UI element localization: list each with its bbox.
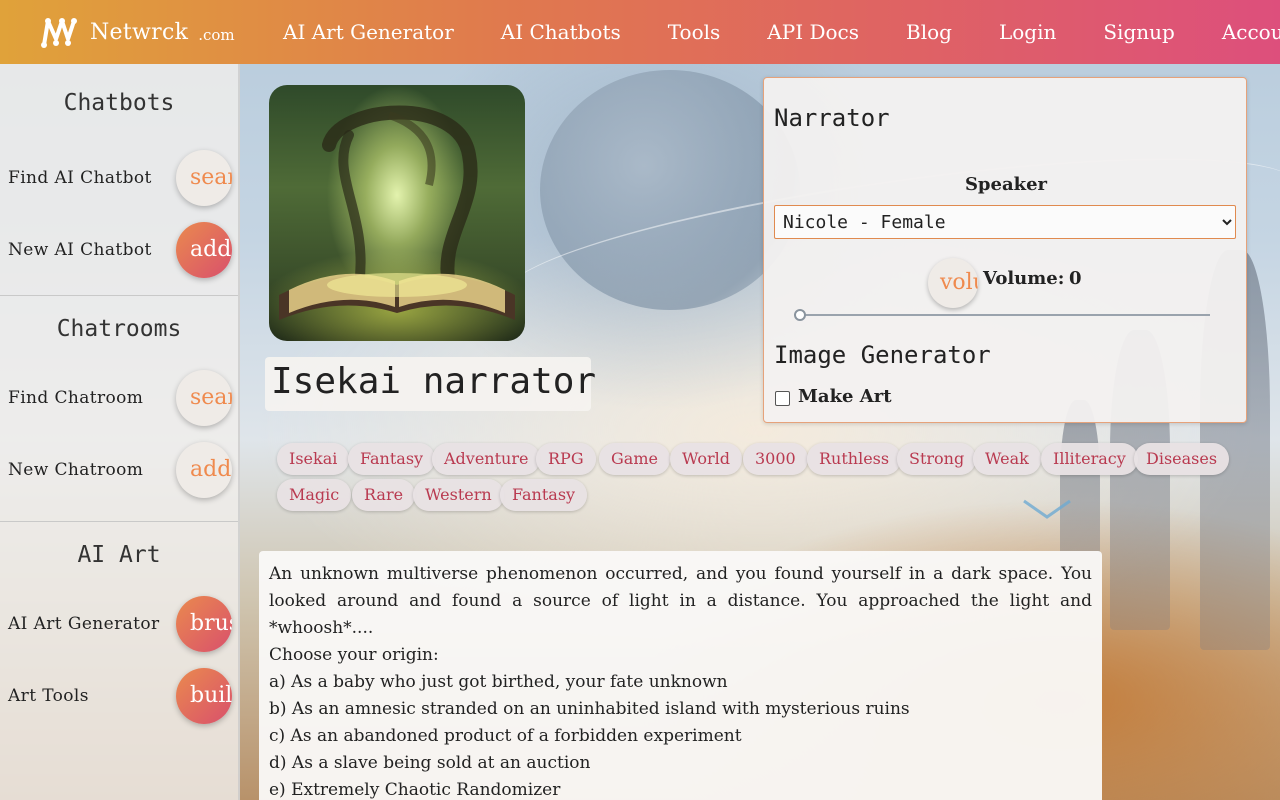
tag[interactable]: Rare: [352, 479, 416, 511]
brush-icon[interactable]: brush: [176, 596, 232, 652]
search-icon[interactable]: search: [176, 150, 232, 206]
story-option: b) As an amnesic stranded on an uninhabi…: [269, 699, 910, 719]
volume-value: 0: [1069, 268, 1082, 289]
tag[interactable]: Ruthless: [807, 443, 902, 475]
speaker-select[interactable]: Nicole - Female: [774, 205, 1236, 239]
bot-title: Isekai narrator: [271, 361, 597, 402]
story-option: e) Extremely Chaotic Randomizer: [269, 780, 561, 800]
brand-name: Netwrck: [90, 19, 189, 45]
tag[interactable]: Magic: [277, 479, 352, 511]
nav-tools[interactable]: Tools: [668, 20, 721, 44]
sidebar-item-label: Find AI Chatbot: [8, 168, 152, 188]
story-option: a) As a baby who just got birthed, your …: [269, 672, 728, 692]
volume-label: Volume:: [983, 268, 1065, 289]
brand-tld: .com: [198, 26, 235, 44]
volume-icon[interactable]: volume_up: [928, 258, 978, 308]
tag[interactable]: Game: [599, 443, 670, 475]
sidebar-section-title: Chatbots: [63, 90, 175, 116]
sidebar: Chatbots Find AI Chatbot search New AI C…: [0, 64, 240, 800]
sidebar-item-label: New AI Chatbot: [8, 240, 152, 260]
tag[interactable]: Adventure: [432, 443, 541, 475]
book-tree-illustration: [279, 105, 515, 320]
tag[interactable]: World: [670, 443, 742, 475]
nav-ai-art-generator[interactable]: AI Art Generator: [283, 20, 454, 44]
top-navbar: Netwrck .com AI Art Generator AI Chatbot…: [0, 0, 1280, 64]
nav-menu: AI Art Generator AI Chatbots Tools API D…: [283, 0, 1280, 64]
sidebar-section-chatrooms: Chatrooms Find Chatroom search New Chatr…: [0, 296, 238, 522]
narrator-panel: Narrator Speaker Nicole - Female volume_…: [763, 77, 1247, 423]
story-option: d) As a slave being sold at an auction: [269, 753, 591, 773]
tag[interactable]: RPG: [536, 443, 596, 475]
make-art-checkbox[interactable]: [775, 391, 790, 406]
sidebar-section-chatbots: Chatbots Find AI Chatbot search New AI C…: [0, 64, 238, 296]
tag[interactable]: Weak: [973, 443, 1041, 475]
tag[interactable]: Fantasy: [348, 443, 436, 475]
story-intro: An unknown multiverse phenomenon occurre…: [269, 564, 1092, 638]
build-icon[interactable]: build: [176, 668, 232, 724]
sidebar-section-title: Chatrooms: [56, 316, 182, 342]
chevron-down-icon: [1023, 499, 1071, 519]
tag[interactable]: Western: [413, 479, 504, 511]
nav-api-docs[interactable]: API Docs: [767, 20, 859, 44]
sidebar-item-ai-art-generator[interactable]: AI Art Generator brush: [0, 588, 238, 660]
tag[interactable]: Isekai: [277, 443, 350, 475]
bot-avatar-image: [269, 85, 525, 341]
netwrck-logo-icon: [41, 18, 77, 48]
nav-signup[interactable]: Signup: [1103, 20, 1174, 44]
story-text: An unknown multiverse phenomenon occurre…: [259, 551, 1102, 800]
sidebar-item-label: New Chatroom: [8, 460, 144, 480]
image-generator-title: Image Generator: [774, 341, 991, 369]
story-option: c) As an abandoned product of a forbidde…: [269, 726, 742, 746]
background-planet: [540, 70, 800, 310]
volume-slider-thumb[interactable]: [794, 309, 806, 321]
sidebar-item-new-ai-chatbot[interactable]: New AI Chatbot add: [0, 214, 238, 286]
tag[interactable]: Fantasy: [500, 479, 588, 511]
sidebar-item-label: Art Tools: [8, 686, 89, 706]
sidebar-item-new-chatroom[interactable]: New Chatroom add: [0, 434, 238, 506]
volume-slider-track[interactable]: [800, 314, 1210, 316]
nav-login[interactable]: Login: [999, 20, 1056, 44]
add-icon[interactable]: add: [176, 442, 232, 498]
nav-account[interactable]: Account: [1222, 20, 1280, 44]
sidebar-section-title: AI Art: [77, 542, 161, 568]
nav-blog[interactable]: Blog: [906, 20, 952, 44]
brand[interactable]: Netwrck .com: [40, 14, 235, 50]
story-line: Choose your origin:: [269, 645, 439, 665]
tag[interactable]: Illiteracy: [1041, 443, 1138, 475]
search-icon[interactable]: search: [176, 370, 232, 426]
add-icon[interactable]: add: [176, 222, 232, 278]
make-art-label[interactable]: Make Art: [798, 386, 892, 407]
sidebar-item-label: Find Chatroom: [8, 388, 144, 408]
tag[interactable]: 3000: [743, 443, 808, 475]
narrator-title: Narrator: [774, 104, 890, 132]
tag[interactable]: Diseases: [1134, 443, 1230, 475]
bot-title-box: Isekai narrator: [265, 357, 597, 411]
nav-ai-chatbots[interactable]: AI Chatbots: [501, 20, 621, 44]
speaker-label: Speaker: [964, 174, 1048, 195]
sidebar-item-find-ai-chatbot[interactable]: Find AI Chatbot search: [0, 142, 238, 214]
sidebar-item-label: AI Art Generator: [8, 614, 160, 634]
sidebar-item-art-tools[interactable]: Art Tools build: [0, 660, 238, 732]
sidebar-item-find-chatroom[interactable]: Find Chatroom search: [0, 362, 238, 434]
sidebar-section-ai-art: AI Art AI Art Generator brush Art Tools …: [0, 522, 238, 732]
tag[interactable]: Strong: [897, 443, 977, 475]
